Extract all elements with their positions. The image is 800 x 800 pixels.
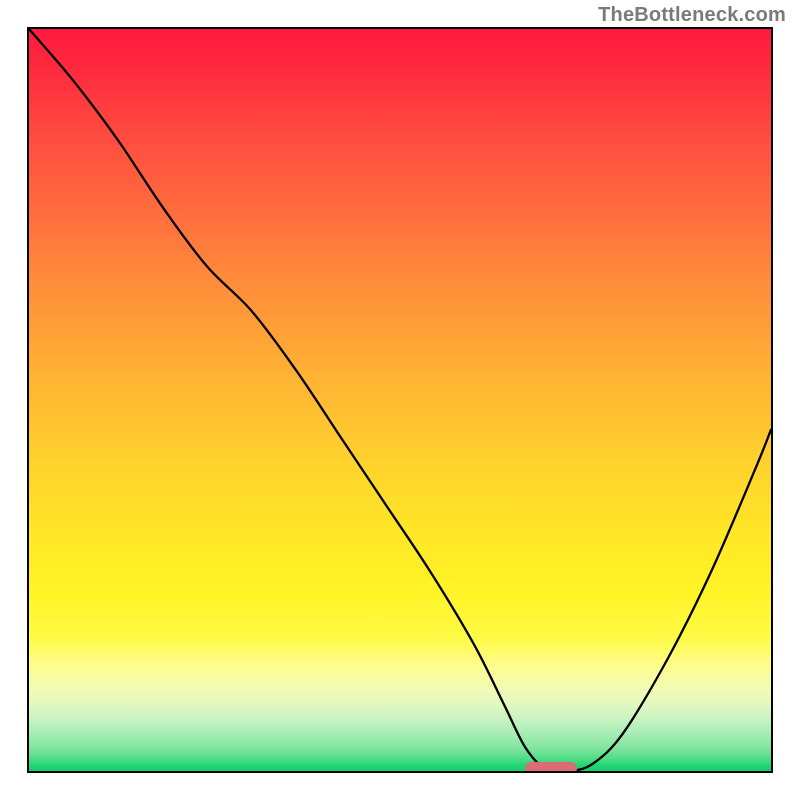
- optimal-range-marker: [525, 762, 577, 774]
- curve-layer: [29, 29, 771, 771]
- plot-area: [27, 27, 773, 773]
- chart-container: TheBottleneck.com: [0, 0, 800, 800]
- bottleneck-curve: [29, 29, 771, 771]
- watermark-text: TheBottleneck.com: [598, 4, 786, 27]
